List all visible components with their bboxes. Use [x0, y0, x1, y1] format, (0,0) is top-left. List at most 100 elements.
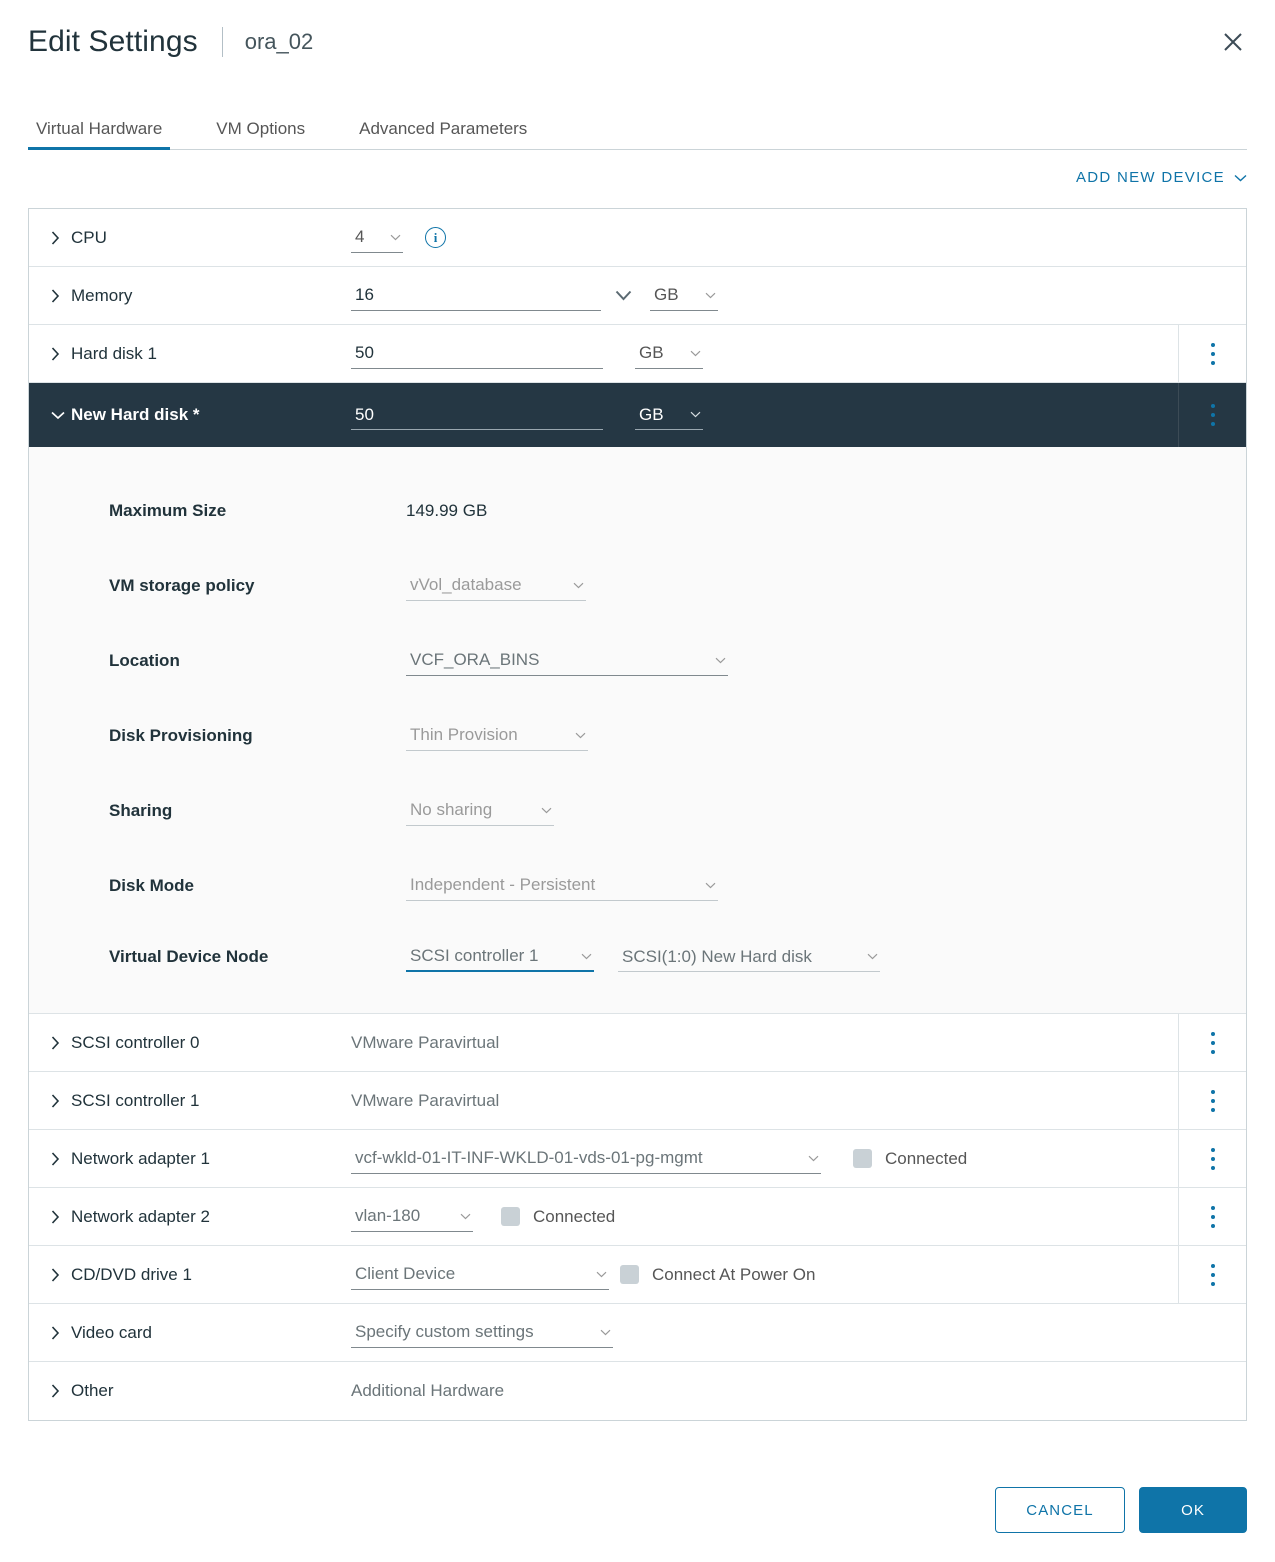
- chevron-down-icon: [705, 882, 716, 889]
- maximum-size-label: Maximum Size: [109, 501, 406, 521]
- scsi-controller-0-label: SCSI controller 0: [71, 1033, 200, 1053]
- chevron-right-icon[interactable]: [51, 289, 71, 303]
- network-adapter-1-connected-label: Connected: [885, 1149, 967, 1169]
- row-menu-scsi-controller-1[interactable]: [1178, 1072, 1246, 1129]
- new-hard-disk-unit-select[interactable]: GB: [635, 400, 703, 430]
- chevron-right-icon[interactable]: [51, 1094, 71, 1108]
- add-new-device-button[interactable]: ADD NEW DEVICE: [1076, 169, 1247, 186]
- chevron-down-icon: [596, 1271, 607, 1278]
- cddvd-drive-1-device-select[interactable]: Client Device: [351, 1260, 609, 1290]
- memory-stepper-chevron-icon[interactable]: [615, 290, 632, 301]
- location-select[interactable]: VCF_ORA_BINS: [406, 646, 728, 676]
- ok-button[interactable]: OK: [1139, 1487, 1247, 1533]
- location-value-wrap: VCF_ORA_BINS: [406, 646, 728, 676]
- row-menu-cddvd-drive-1[interactable]: [1178, 1246, 1246, 1303]
- chevron-down-icon: [867, 953, 878, 960]
- new-hard-disk-size-value: 50: [355, 405, 374, 425]
- chevron-right-icon[interactable]: [51, 1036, 71, 1050]
- chevron-right-icon[interactable]: [51, 1326, 71, 1340]
- chevron-right-icon[interactable]: [51, 1152, 71, 1166]
- detail-row-vm-storage-policy: VM storage policy vVol_database: [29, 548, 1246, 623]
- tab-advanced-parameters[interactable]: Advanced Parameters: [351, 119, 535, 150]
- chevron-right-icon[interactable]: [51, 1268, 71, 1282]
- network-adapter-1-network-select[interactable]: vcf-wkld-01-IT-INF-WKLD-01-vds-01-pg-mgm…: [351, 1144, 821, 1174]
- network-adapter-1-connected-checkbox[interactable]: [853, 1149, 872, 1168]
- memory-controls: 16 GB: [351, 281, 718, 311]
- vm-storage-policy-select[interactable]: vVol_database: [406, 571, 586, 601]
- virtual-device-node-select[interactable]: SCSI(1:0) New Hard disk: [618, 942, 880, 972]
- chevron-right-icon[interactable]: [51, 1384, 71, 1398]
- hard-disk-1-size-input[interactable]: 50: [351, 339, 603, 369]
- network-adapter-2-connected-label: Connected: [533, 1207, 615, 1227]
- chevron-down-icon[interactable]: [51, 411, 71, 420]
- network-adapter-2-connected-checkbox[interactable]: [501, 1207, 520, 1226]
- row-menu-network-adapter-1[interactable]: [1178, 1130, 1246, 1187]
- chevron-down-icon: [541, 807, 552, 814]
- row-menu-new-hard-disk[interactable]: [1178, 383, 1246, 447]
- memory-value-input[interactable]: 16: [351, 281, 601, 311]
- network-adapter-2-network-value: vlan-180: [355, 1206, 420, 1226]
- row-label-video-card: Video card: [51, 1323, 351, 1343]
- maximum-size-value-wrap: 149.99 GB: [406, 501, 487, 521]
- chevron-down-icon: [390, 234, 401, 241]
- toolbar: ADD NEW DEVICE: [0, 150, 1275, 204]
- disk-provisioning-select[interactable]: Thin Provision: [406, 721, 588, 751]
- table-row-scsi-controller-1: SCSI controller 1 VMware Paravirtual: [29, 1072, 1246, 1130]
- scsi-controller-0-controls: VMware Paravirtual: [351, 1033, 499, 1053]
- cddvd-drive-1-connect-at-power-on-checkbox[interactable]: [620, 1265, 639, 1284]
- detail-row-disk-mode: Disk Mode Independent - Persistent: [29, 848, 1246, 923]
- tab-vm-options[interactable]: VM Options: [208, 119, 313, 150]
- network-adapter-2-network-select[interactable]: vlan-180: [351, 1202, 473, 1232]
- row-label-network-adapter-2: Network adapter 2: [51, 1207, 351, 1227]
- title-divider: [222, 27, 223, 57]
- network-adapter-1-controls: vcf-wkld-01-IT-INF-WKLD-01-vds-01-pg-mgm…: [351, 1144, 967, 1174]
- close-button[interactable]: [1213, 22, 1253, 62]
- chevron-right-icon[interactable]: [51, 347, 71, 361]
- cancel-button[interactable]: CANCEL: [995, 1487, 1125, 1533]
- disk-mode-value: Independent - Persistent: [410, 875, 595, 895]
- vm-storage-policy-value: vVol_database: [410, 575, 522, 595]
- disk-mode-select[interactable]: Independent - Persistent: [406, 871, 718, 901]
- row-label-cddvd-drive-1: CD/DVD drive 1: [51, 1265, 351, 1285]
- chevron-down-icon: [808, 1155, 819, 1162]
- row-menu-hard-disk-1[interactable]: [1178, 325, 1246, 382]
- hard-disk-1-unit-select[interactable]: GB: [635, 339, 703, 369]
- memory-unit-select[interactable]: GB: [650, 281, 718, 311]
- virtual-device-node-controller-value: SCSI controller 1: [410, 946, 539, 966]
- disk-mode-label: Disk Mode: [109, 876, 406, 896]
- video-card-settings-select[interactable]: Specify custom settings: [351, 1318, 613, 1348]
- sharing-select[interactable]: No sharing: [406, 796, 554, 826]
- chevron-right-icon[interactable]: [51, 231, 71, 245]
- chevron-down-icon: [600, 1329, 611, 1336]
- row-menu-network-adapter-2[interactable]: [1178, 1188, 1246, 1245]
- new-hard-disk-unit-value: GB: [639, 405, 664, 425]
- row-label-network-adapter-1: Network adapter 1: [51, 1149, 351, 1169]
- cddvd-drive-1-controls: Client Device Connect At Power On: [351, 1260, 815, 1290]
- kebab-menu-icon: [1211, 1087, 1215, 1114]
- cpu-count-select[interactable]: 4: [351, 223, 403, 253]
- chevron-down-icon: [715, 657, 726, 664]
- dialog-header: Edit Settings ora_02: [0, 0, 1275, 96]
- new-hard-disk-size-input[interactable]: 50: [351, 400, 603, 430]
- video-card-controls: Specify custom settings: [351, 1318, 613, 1348]
- hard-disk-1-controls: 50 GB: [351, 339, 703, 369]
- virtual-device-node-controller-select[interactable]: SCSI controller 1: [406, 942, 594, 972]
- chevron-right-icon[interactable]: [51, 1210, 71, 1224]
- row-menu-scsi-controller-0[interactable]: [1178, 1014, 1246, 1071]
- table-row-memory: Memory 16 GB: [29, 267, 1246, 325]
- table-row-network-adapter-1: Network adapter 1 vcf-wkld-01-IT-INF-WKL…: [29, 1130, 1246, 1188]
- memory-value: 16: [355, 285, 374, 305]
- hard-disk-1-label: Hard disk 1: [71, 344, 157, 364]
- row-label-scsi-controller-1: SCSI controller 1: [51, 1091, 351, 1111]
- chevron-down-icon: [573, 582, 584, 589]
- virtual-device-node-value: SCSI(1:0) New Hard disk: [622, 947, 812, 967]
- tab-virtual-hardware[interactable]: Virtual Hardware: [28, 119, 170, 150]
- memory-label: Memory: [71, 286, 132, 306]
- memory-unit-value: GB: [654, 285, 679, 305]
- disk-provisioning-value-wrap: Thin Provision: [406, 721, 588, 751]
- detail-row-disk-provisioning: Disk Provisioning Thin Provision: [29, 698, 1246, 773]
- video-card-settings-value: Specify custom settings: [355, 1322, 534, 1342]
- kebab-menu-icon: [1211, 1203, 1215, 1230]
- chevron-down-icon: [690, 350, 701, 357]
- info-icon[interactable]: i: [425, 227, 446, 248]
